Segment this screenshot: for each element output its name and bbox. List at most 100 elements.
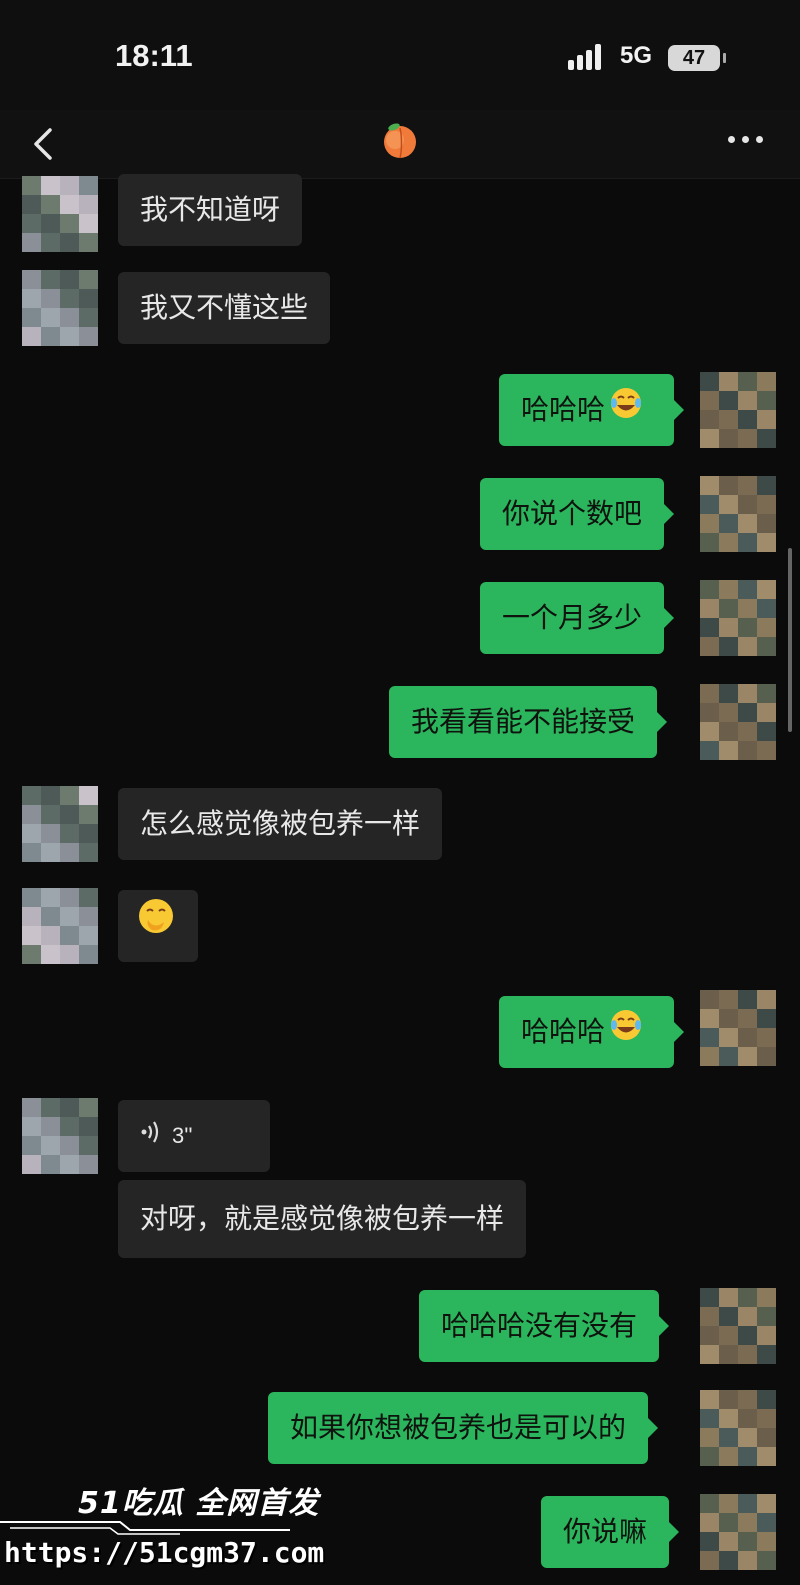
message-bubble-incoming[interactable]: 怎么感觉像被包养一样 bbox=[118, 788, 443, 860]
avatar-pixel bbox=[738, 1447, 757, 1466]
avatar-pixel bbox=[60, 945, 79, 964]
message-bubble-outgoing[interactable]: 你说个数吧 bbox=[480, 478, 675, 550]
back-chevron-icon[interactable] bbox=[28, 122, 68, 166]
avatar-pixel bbox=[738, 533, 757, 552]
avatar-pixel bbox=[41, 926, 60, 945]
message-text: 你说个数吧 bbox=[502, 497, 643, 530]
avatar-pixel bbox=[41, 214, 60, 233]
avatar-pixel bbox=[700, 990, 719, 1009]
message-bubble-incoming[interactable]: 我不知道呀 bbox=[118, 174, 303, 246]
avatar-pixel bbox=[757, 990, 776, 1009]
avatar-pixel bbox=[757, 637, 776, 656]
avatar-pixel bbox=[22, 1155, 41, 1174]
peach-emoji-icon bbox=[380, 120, 420, 160]
avatar-pixel bbox=[700, 684, 719, 703]
avatar-pixel bbox=[41, 327, 60, 346]
avatar-pixel bbox=[79, 1117, 98, 1136]
avatar-pixel bbox=[719, 410, 738, 429]
avatar-pixel bbox=[738, 722, 757, 741]
message-bubble-incoming[interactable]: 对呀，就是感觉像被包养一样 bbox=[118, 1180, 527, 1258]
avatar-pixel bbox=[22, 308, 41, 327]
avatar-pixel bbox=[41, 1136, 60, 1155]
avatar-pixel bbox=[700, 580, 719, 599]
avatar-pixel bbox=[700, 1428, 719, 1447]
message-bubble-outgoing[interactable]: 我看看能不能接受 bbox=[389, 686, 668, 758]
message-bubble-outgoing[interactable]: 哈哈哈没有没有 bbox=[419, 1290, 670, 1362]
avatar-pixel bbox=[41, 195, 60, 214]
contact-avatar[interactable] bbox=[22, 786, 98, 862]
avatar-pixel bbox=[22, 233, 41, 252]
chat-header bbox=[0, 110, 800, 179]
avatar-pixel bbox=[719, 990, 738, 1009]
avatar-pixel bbox=[738, 684, 757, 703]
more-dots-icon[interactable] bbox=[728, 132, 768, 152]
avatar-pixel bbox=[22, 786, 41, 805]
avatar-pixel bbox=[719, 476, 738, 495]
my-avatar[interactable] bbox=[700, 684, 776, 760]
voice-message-bubble[interactable]: 3'' bbox=[118, 1100, 270, 1172]
avatar-pixel bbox=[700, 410, 719, 429]
message-bubble-outgoing[interactable]: 哈哈哈 bbox=[499, 374, 684, 446]
avatar-pixel bbox=[757, 618, 776, 637]
scrollbar[interactable] bbox=[788, 548, 792, 732]
avatar-pixel bbox=[79, 843, 98, 862]
avatar-pixel bbox=[41, 888, 60, 907]
my-avatar[interactable] bbox=[700, 476, 776, 552]
message-text: 一个月多少 bbox=[502, 601, 643, 634]
my-avatar[interactable] bbox=[700, 372, 776, 448]
avatar-pixel bbox=[700, 1532, 719, 1551]
message-text: 哈哈哈 bbox=[521, 1015, 606, 1048]
avatar-pixel bbox=[22, 805, 41, 824]
avatar-pixel bbox=[757, 1047, 776, 1066]
message-bubble-incoming[interactable]: 我又不懂这些 bbox=[118, 272, 331, 344]
message-bubble-outgoing[interactable]: 一个月多少 bbox=[480, 582, 675, 654]
message-text: 对呀，就是感觉像被包养一样 bbox=[140, 1202, 505, 1235]
avatar-pixel bbox=[757, 1326, 776, 1345]
avatar-pixel bbox=[41, 233, 60, 252]
message-bubble-outgoing[interactable]: 如果你想被包养也是可以的 bbox=[268, 1392, 659, 1464]
my-avatar[interactable] bbox=[700, 1494, 776, 1570]
avatar-pixel bbox=[60, 1117, 79, 1136]
avatar-pixel bbox=[79, 1136, 98, 1155]
avatar-pixel bbox=[22, 945, 41, 964]
avatar-pixel bbox=[738, 1513, 757, 1532]
message-text: 哈哈哈没有没有 bbox=[441, 1309, 638, 1342]
avatar-pixel bbox=[757, 741, 776, 760]
contact-avatar[interactable] bbox=[22, 176, 98, 252]
message-bubble-incoming[interactable] bbox=[118, 890, 198, 962]
voice-wave-icon bbox=[140, 1101, 162, 1173]
avatar-pixel bbox=[700, 722, 719, 741]
avatar-pixel bbox=[41, 289, 60, 308]
contact-avatar[interactable] bbox=[22, 270, 98, 346]
my-avatar[interactable] bbox=[700, 1390, 776, 1466]
avatar-pixel bbox=[60, 1155, 79, 1174]
watermark-url: https://51cgm37.com bbox=[4, 1536, 325, 1569]
message-bubble-outgoing[interactable]: 哈哈哈 bbox=[499, 996, 684, 1068]
avatar-pixel bbox=[41, 1155, 60, 1174]
avatar-pixel bbox=[60, 308, 79, 327]
avatar-pixel bbox=[79, 945, 98, 964]
avatar-pixel bbox=[757, 1390, 776, 1409]
avatar-pixel bbox=[757, 476, 776, 495]
avatar-pixel bbox=[757, 410, 776, 429]
avatar-pixel bbox=[719, 533, 738, 552]
avatar-pixel bbox=[719, 1047, 738, 1066]
my-avatar[interactable] bbox=[700, 990, 776, 1066]
avatar-pixel bbox=[60, 888, 79, 907]
watermark-lines bbox=[0, 1521, 290, 1535]
contact-avatar[interactable] bbox=[22, 1098, 98, 1174]
avatar-pixel bbox=[738, 391, 757, 410]
avatar-pixel bbox=[738, 741, 757, 760]
avatar-pixel bbox=[79, 926, 98, 945]
my-avatar[interactable] bbox=[700, 1288, 776, 1364]
avatar-pixel bbox=[757, 684, 776, 703]
avatar-pixel bbox=[719, 1288, 738, 1307]
avatar-pixel bbox=[79, 308, 98, 327]
avatar-pixel bbox=[738, 703, 757, 722]
my-avatar[interactable] bbox=[700, 580, 776, 656]
avatar-pixel bbox=[719, 1345, 738, 1364]
contact-avatar[interactable] bbox=[22, 888, 98, 964]
avatar-pixel bbox=[79, 907, 98, 926]
message-bubble-outgoing[interactable]: 你说嘛 bbox=[541, 1496, 680, 1568]
avatar-pixel bbox=[22, 1098, 41, 1117]
